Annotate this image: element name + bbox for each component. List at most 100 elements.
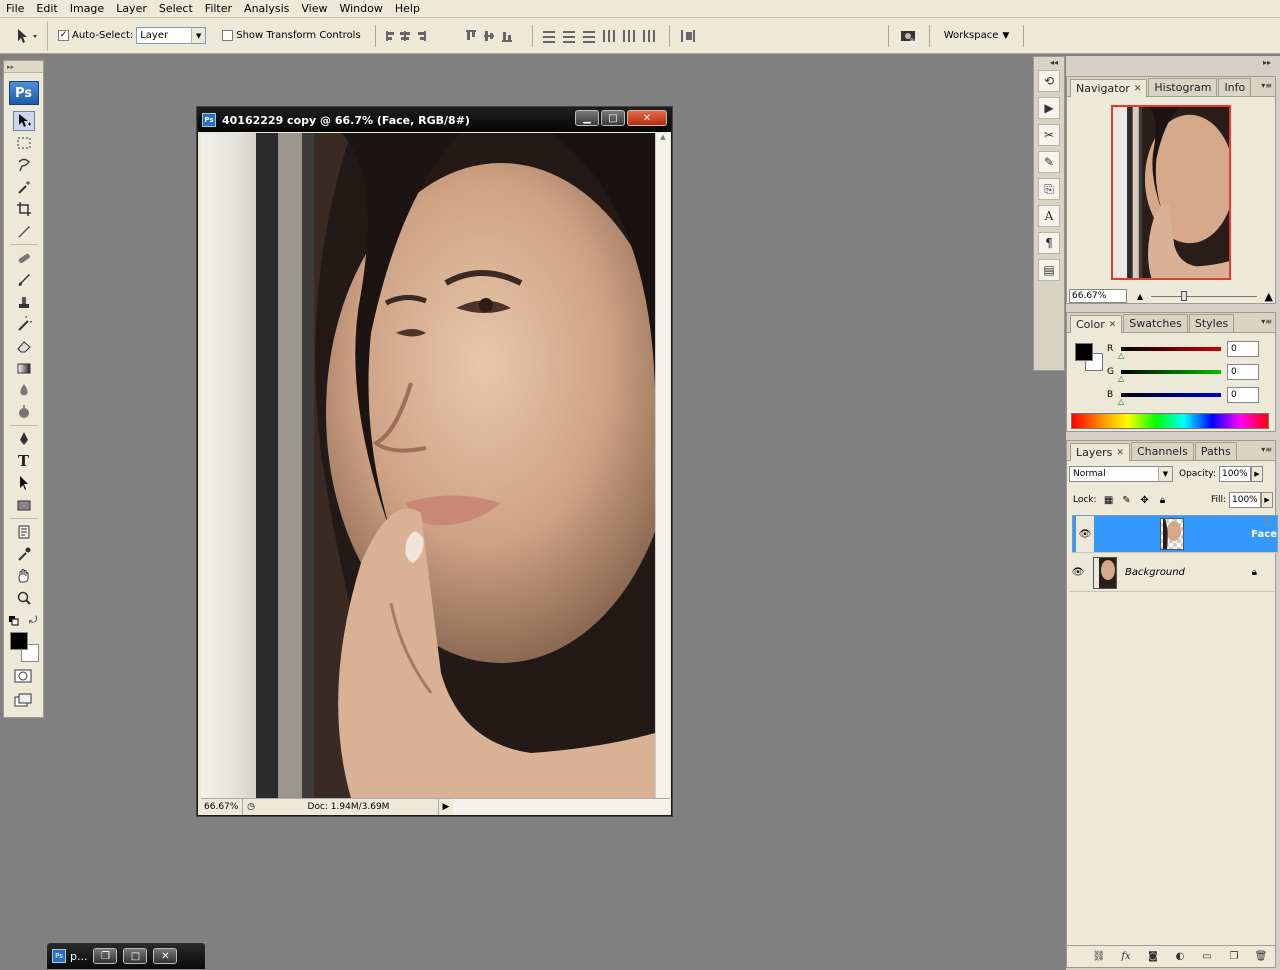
layer-background[interactable]: 👁︎ Background 🔒︎ — [1069, 554, 1275, 592]
panel-collapse-arrows[interactable]: ◂◂ — [1050, 58, 1058, 67]
type-tool-icon[interactable]: T — [13, 451, 35, 471]
menu-view[interactable]: View — [295, 0, 333, 18]
blue-slider[interactable]: △ — [1118, 393, 1221, 406]
foreground-color-swatch[interactable] — [10, 632, 28, 650]
layer-comps-icon[interactable]: ▤ — [1038, 259, 1060, 281]
healing-brush-tool-icon[interactable] — [13, 248, 35, 268]
lasso-tool-icon[interactable] — [13, 155, 35, 175]
magic-wand-tool-icon[interactable] — [13, 177, 35, 197]
tab-navigator[interactable]: Navigator ✕ — [1070, 79, 1148, 97]
close-icon[interactable]: ✕ — [1134, 84, 1142, 94]
panel-menu-icon[interactable]: ▾≡ — [1261, 445, 1272, 454]
dodge-tool-icon[interactable] — [13, 402, 35, 422]
lock-all-icon[interactable]: 🔒︎ — [1157, 494, 1169, 506]
lock-image-icon[interactable]: ✎ — [1121, 494, 1133, 506]
menu-image[interactable]: Image — [64, 0, 110, 18]
restore-button[interactable]: ❐ — [93, 948, 118, 964]
eyedropper-tool-icon[interactable] — [13, 544, 35, 564]
history-icon[interactable]: ⟲ — [1038, 70, 1060, 92]
green-slider[interactable]: △ — [1118, 370, 1221, 383]
photoshop-logo[interactable]: Ps — [8, 81, 39, 105]
tool-preset-picker[interactable] — [6, 20, 48, 51]
distribute-buttons[interactable] — [541, 28, 601, 44]
eraser-tool-icon[interactable] — [13, 336, 35, 356]
vertical-scrollbar[interactable]: ▲ — [655, 133, 670, 798]
blur-tool-icon[interactable] — [13, 380, 35, 400]
auto-select-dropdown[interactable]: Layer ▼ — [136, 27, 207, 44]
brush-tool-icon[interactable] — [13, 270, 35, 290]
layers-scrollbar[interactable]: ▲ — [1263, 515, 1273, 941]
new-group-icon[interactable]: ▭ — [1199, 950, 1215, 964]
new-layer-icon[interactable]: ❐ — [1226, 950, 1242, 964]
navigator-zoom-slider[interactable] — [1151, 290, 1257, 301]
hand-tool-icon[interactable] — [13, 566, 35, 586]
panel-expand-arrows[interactable]: ▸▸ — [1263, 58, 1271, 67]
bridge-button[interactable]: Br — [897, 25, 921, 47]
history-brush-tool-icon[interactable] — [13, 314, 35, 334]
notes-tool-icon[interactable] — [13, 522, 35, 542]
adjustment-layer-icon[interactable]: ◐ — [1172, 950, 1188, 964]
navigator-zoom-field[interactable]: 66.67% — [1069, 289, 1127, 303]
green-value[interactable]: 0 — [1227, 364, 1259, 380]
navigator-thumbnail[interactable] — [1111, 105, 1231, 280]
opacity-arrow-icon[interactable]: ▶ — [1251, 466, 1263, 482]
slice-tool-icon[interactable] — [13, 221, 35, 241]
menu-filter[interactable]: Filter — [199, 0, 238, 18]
slider-thumb[interactable]: △ — [1118, 397, 1124, 406]
menu-edit[interactable]: Edit — [30, 0, 63, 18]
horizontal-scrollbar[interactable] — [453, 798, 670, 815]
blend-mode-select[interactable]: Normal ▼ — [1069, 466, 1173, 482]
default-colors-icon[interactable] — [9, 616, 19, 626]
visibility-eye-icon[interactable]: 👁︎ — [1076, 516, 1094, 552]
zoom-tool-icon[interactable] — [13, 588, 35, 608]
workspace-button[interactable]: Workspace ▼ — [938, 30, 1016, 41]
layer-face[interactable]: 👁︎ Face — [1072, 515, 1278, 553]
blue-value[interactable]: 0 — [1227, 387, 1259, 403]
minimized-document[interactable]: Ps p... ❐ □ ✕ — [46, 942, 206, 970]
color-spectrum-bar[interactable] — [1071, 413, 1269, 429]
actions-icon[interactable]: ▶ — [1038, 97, 1060, 119]
swap-colors-icon[interactable]: ⤾ — [29, 615, 41, 627]
paragraph-icon[interactable]: ¶ — [1038, 232, 1060, 254]
close-icon[interactable]: ✕ — [1116, 448, 1124, 458]
status-menu-arrow-icon[interactable]: ▶ — [439, 802, 453, 812]
brushes-icon[interactable]: ✎ — [1038, 151, 1060, 173]
tool-presets-icon[interactable]: ✂ — [1038, 124, 1060, 146]
status-zoom[interactable]: 66.67% — [201, 798, 243, 815]
tab-color[interactable]: Color ✕ — [1070, 315, 1123, 333]
foreground-color-swatch[interactable] — [1075, 343, 1093, 361]
slider-thumb[interactable]: △ — [1118, 351, 1124, 360]
menu-select[interactable]: Select — [153, 0, 199, 18]
scroll-up-icon[interactable]: ▲ — [656, 133, 670, 147]
image-canvas[interactable] — [201, 133, 655, 798]
screen-mode-icon[interactable] — [14, 693, 32, 707]
close-button[interactable]: ✕ — [153, 948, 178, 964]
document-titlebar[interactable]: Ps 40162229 copy @ 66.7% (Face, RGB/8#) … — [198, 108, 671, 132]
menu-file[interactable]: File — [0, 0, 30, 18]
marquee-tool-icon[interactable] — [13, 133, 35, 153]
link-layers-icon[interactable]: ⛓ — [1091, 950, 1107, 964]
layer-style-icon[interactable]: fx — [1118, 950, 1134, 964]
show-transform-checkbox[interactable] — [222, 30, 234, 41]
slider-thumb[interactable] — [1181, 290, 1188, 301]
delete-layer-icon[interactable]: 🗑︎ — [1253, 950, 1269, 964]
tab-swatches[interactable]: Swatches — [1123, 314, 1188, 332]
gradient-tool-icon[interactable] — [13, 358, 35, 378]
menu-help[interactable]: Help — [389, 0, 426, 18]
tab-styles[interactable]: Styles — [1188, 314, 1235, 332]
tab-paths[interactable]: Paths — [1194, 442, 1237, 460]
panel-menu-icon[interactable]: ▾≡ — [1261, 81, 1272, 90]
fill-arrow-icon[interactable]: ▶ — [1261, 492, 1273, 508]
move-tool-icon[interactable] — [12, 111, 35, 131]
align-buttons[interactable] — [384, 28, 464, 44]
red-value[interactable]: 0 — [1227, 341, 1259, 357]
close-button[interactable]: ✕ — [627, 110, 667, 126]
zoom-in-icon[interactable]: ▲ — [1265, 290, 1273, 303]
maximize-button[interactable]: □ — [601, 110, 625, 126]
minimize-button[interactable]: ▁ — [575, 110, 599, 126]
clone-source-icon[interactable]: ⎘ — [1038, 178, 1060, 200]
lock-position-icon[interactable]: ✥ — [1139, 494, 1151, 506]
opacity-field[interactable]: 100% — [1219, 466, 1251, 482]
zoom-out-icon[interactable]: ▲ — [1137, 292, 1143, 301]
tab-histogram[interactable]: Histogram — [1148, 78, 1218, 96]
